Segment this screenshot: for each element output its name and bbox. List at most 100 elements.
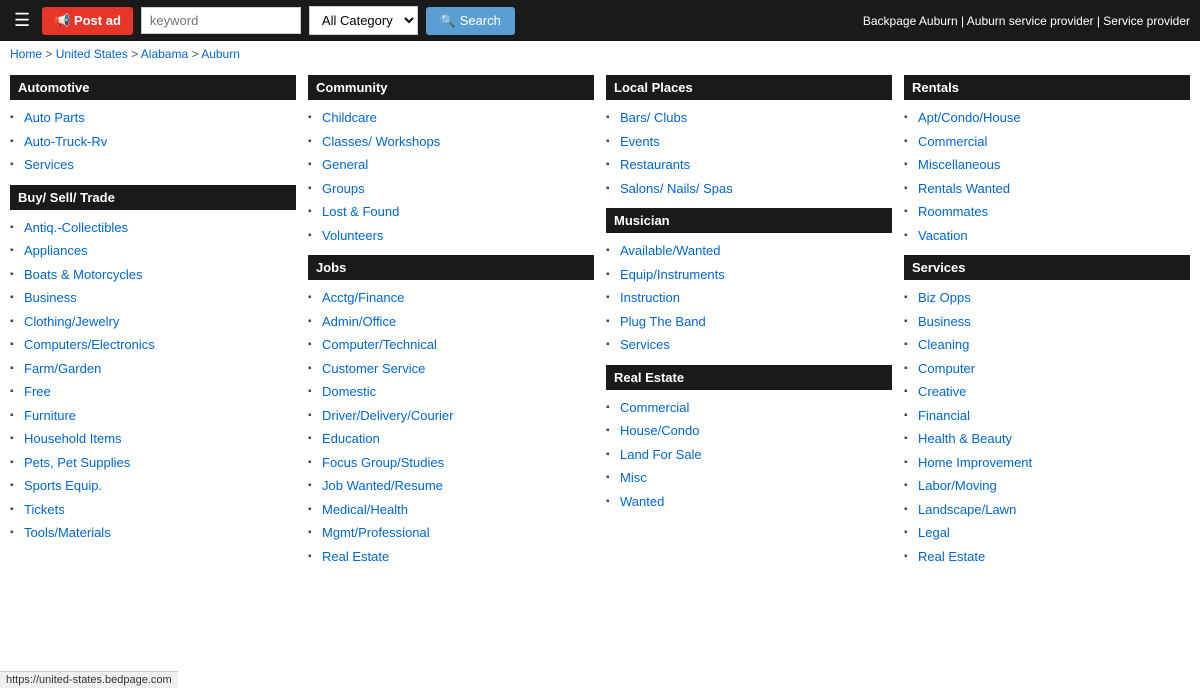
biz-opps-link[interactable]: Biz Opps: [918, 290, 971, 305]
available-wanted-link[interactable]: Available/Wanted: [620, 243, 720, 258]
musician-list: Available/Wanted Equip/Instruments Instr…: [606, 239, 892, 357]
auto-parts-link[interactable]: Auto Parts: [24, 110, 85, 125]
classes-workshops-link[interactable]: Classes/ Workshops: [322, 134, 440, 149]
household-items-link[interactable]: Household Items: [24, 431, 122, 446]
mgmt-professional-link[interactable]: Mgmt/Professional: [322, 525, 430, 540]
menu-icon[interactable]: ☰: [10, 6, 34, 35]
legal-link[interactable]: Legal: [918, 525, 950, 540]
list-item: Farm/Garden: [10, 357, 296, 381]
farm-garden-link[interactable]: Farm/Garden: [24, 361, 101, 376]
breadcrumb-home[interactable]: Home: [10, 47, 42, 61]
job-wanted-resume-link[interactable]: Job Wanted/Resume: [322, 478, 443, 493]
real-estate-jobs-link[interactable]: Real Estate: [322, 549, 389, 564]
breadcrumb-united-states[interactable]: United States: [56, 47, 128, 61]
section-header-community: Community: [308, 75, 594, 100]
rentals-commercial-link[interactable]: Commercial: [918, 134, 987, 149]
re-commercial-link[interactable]: Commercial: [620, 400, 689, 415]
list-item: Events: [606, 130, 892, 154]
restaurants-link[interactable]: Restaurants: [620, 157, 690, 172]
list-item: Mgmt/Professional: [308, 521, 594, 545]
free-link[interactable]: Free: [24, 384, 51, 399]
clothing-jewelry-link[interactable]: Clothing/Jewelry: [24, 314, 119, 329]
search-button[interactable]: 🔍 Search: [426, 7, 515, 35]
admin-office-link[interactable]: Admin/Office: [322, 314, 396, 329]
bars-clubs-link[interactable]: Bars/ Clubs: [620, 110, 687, 125]
apt-condo-house-link[interactable]: Apt/Condo/House: [918, 110, 1021, 125]
instruction-link[interactable]: Instruction: [620, 290, 680, 305]
landscape-lawn-link[interactable]: Landscape/Lawn: [918, 502, 1016, 517]
list-item: Commercial: [904, 130, 1190, 154]
computer-services-link[interactable]: Computer: [918, 361, 975, 376]
backpage-auburn-link[interactable]: Backpage Auburn: [863, 14, 958, 28]
miscellaneous-link[interactable]: Miscellaneous: [918, 157, 1000, 172]
labor-moving-link[interactable]: Labor/Moving: [918, 478, 997, 493]
list-item: Financial: [904, 404, 1190, 428]
real-estate-list: Commercial House/Condo Land For Sale Mis…: [606, 396, 892, 514]
antiq-collectibles-link[interactable]: Antiq.-Collectibles: [24, 220, 128, 235]
acctg-finance-link[interactable]: Acctg/Finance: [322, 290, 404, 305]
header-nav-links: Backpage Auburn | Auburn service provide…: [863, 14, 1190, 28]
breadcrumb-auburn[interactable]: Auburn: [201, 47, 240, 61]
pets-pet-supplies-link[interactable]: Pets, Pet Supplies: [24, 455, 130, 470]
column-4: Rentals Apt/Condo/House Commercial Misce…: [898, 67, 1196, 580]
lost-found-link[interactable]: Lost & Found: [322, 204, 399, 219]
medical-health-link[interactable]: Medical/Health: [322, 502, 408, 517]
list-item: Education: [308, 427, 594, 451]
creative-link[interactable]: Creative: [918, 384, 966, 399]
furniture-link[interactable]: Furniture: [24, 408, 76, 423]
tools-materials-link[interactable]: Tools/Materials: [24, 525, 111, 540]
automotive-services-link[interactable]: Services: [24, 157, 74, 172]
appliances-link[interactable]: Appliances: [24, 243, 88, 258]
auto-truck-rv-link[interactable]: Auto-Truck-Rv: [24, 134, 107, 149]
post-ad-button[interactable]: 📢 Post ad: [42, 7, 133, 35]
list-item: Computer/Technical: [308, 333, 594, 357]
services-real-estate-link[interactable]: Real Estate: [918, 549, 985, 564]
salons-nails-spas-link[interactable]: Salons/ Nails/ Spas: [620, 181, 733, 196]
sports-equip-link[interactable]: Sports Equip.: [24, 478, 102, 493]
customer-service-link[interactable]: Customer Service: [322, 361, 425, 376]
service-provider-link[interactable]: Service provider: [1103, 14, 1190, 28]
domestic-link[interactable]: Domestic: [322, 384, 376, 399]
groups-link[interactable]: Groups: [322, 181, 365, 196]
category-select[interactable]: All Category: [309, 6, 418, 35]
health-beauty-link[interactable]: Health & Beauty: [918, 431, 1012, 446]
breadcrumb-alabama[interactable]: Alabama: [141, 47, 188, 61]
misc-link[interactable]: Misc: [620, 470, 647, 485]
tickets-link[interactable]: Tickets: [24, 502, 65, 517]
roommates-link[interactable]: Roommates: [918, 204, 988, 219]
education-link[interactable]: Education: [322, 431, 380, 446]
land-for-sale-link[interactable]: Land For Sale: [620, 447, 702, 462]
auburn-service-link[interactable]: Auburn service provider: [967, 14, 1094, 28]
computer-technical-link[interactable]: Computer/Technical: [322, 337, 437, 352]
column-1: Automotive Auto Parts Auto-Truck-Rv Serv…: [4, 67, 302, 580]
cleaning-link[interactable]: Cleaning: [918, 337, 969, 352]
search-input[interactable]: [141, 7, 301, 34]
section-header-musician: Musician: [606, 208, 892, 233]
vacation-link[interactable]: Vacation: [918, 228, 968, 243]
computers-electronics-link[interactable]: Computers/Electronics: [24, 337, 155, 352]
business-bst-link[interactable]: Business: [24, 290, 77, 305]
boats-motorcycles-link[interactable]: Boats & Motorcycles: [24, 267, 143, 282]
focus-group-studies-link[interactable]: Focus Group/Studies: [322, 455, 444, 470]
wanted-link[interactable]: Wanted: [620, 494, 664, 509]
childcare-link[interactable]: Childcare: [322, 110, 377, 125]
list-item: Volunteers: [308, 224, 594, 248]
events-link[interactable]: Events: [620, 134, 660, 149]
list-item: Apt/Condo/House: [904, 106, 1190, 130]
equip-instruments-link[interactable]: Equip/Instruments: [620, 267, 725, 282]
house-condo-link[interactable]: House/Condo: [620, 423, 700, 438]
list-item: Salons/ Nails/ Spas: [606, 177, 892, 201]
driver-delivery-courier-link[interactable]: Driver/Delivery/Courier: [322, 408, 453, 423]
list-item: Lost & Found: [308, 200, 594, 224]
list-item: Job Wanted/Resume: [308, 474, 594, 498]
list-item: Auto Parts: [10, 106, 296, 130]
services-business-link[interactable]: Business: [918, 314, 971, 329]
rentals-wanted-link[interactable]: Rentals Wanted: [918, 181, 1010, 196]
volunteers-link[interactable]: Volunteers: [322, 228, 383, 243]
musician-services-link[interactable]: Services: [620, 337, 670, 352]
general-link[interactable]: General: [322, 157, 368, 172]
home-improvement-link[interactable]: Home Improvement: [918, 455, 1032, 470]
list-item: Appliances: [10, 239, 296, 263]
financial-link[interactable]: Financial: [918, 408, 970, 423]
plug-the-band-link[interactable]: Plug The Band: [620, 314, 706, 329]
